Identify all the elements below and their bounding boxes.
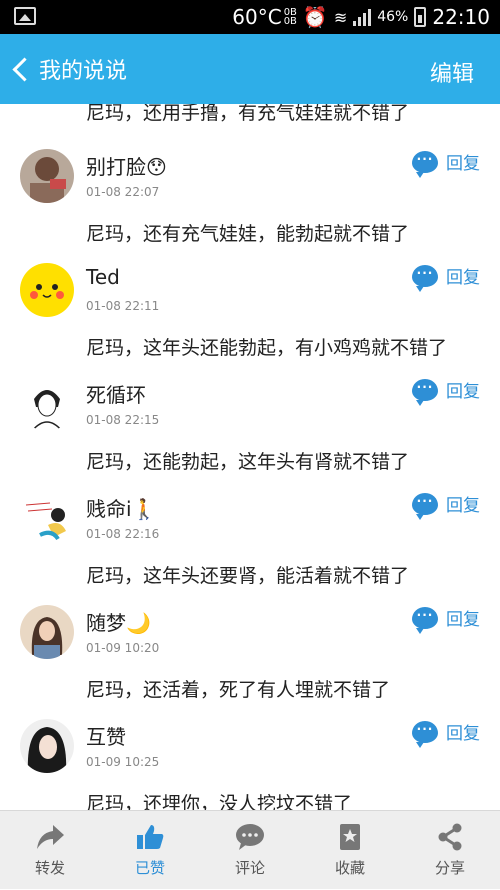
liked-label: 已赞 bbox=[134, 859, 165, 877]
comment-item: 互赞 01-09 10:25 回复 尼玛，还埋你，没人挖坟不错了 bbox=[0, 719, 500, 810]
share-icon bbox=[435, 823, 465, 851]
comment-time: 01-08 22:11 bbox=[86, 299, 160, 313]
comment-item: 别打脸😯 01-08 22:07 回复 尼玛，还有充气娃娃，能勃起就不错了 bbox=[0, 149, 500, 263]
bottom-action-bar: 转发 已赞 评论 收藏 分享 bbox=[0, 810, 500, 889]
reply-label: 回复 bbox=[446, 154, 480, 174]
clock: 22:10 bbox=[432, 5, 490, 29]
comment-item: Ted 01-08 22:11 回复 尼玛，这年头还能勃起，有小鸡鸡就不错了 bbox=[0, 263, 500, 377]
battery-percent: 46% bbox=[377, 9, 409, 25]
comment-text: 尼玛，还有充气娃娃，能勃起就不错了 bbox=[86, 223, 410, 245]
chat-bubble-icon bbox=[412, 492, 438, 520]
comment-item: 死循环 01-08 22:15 回复 尼玛，还能勃起，这年头有肾就不错了 bbox=[0, 377, 500, 491]
comment-button[interactable]: 评论 bbox=[200, 811, 300, 890]
avatar[interactable] bbox=[20, 377, 74, 431]
forward-button[interactable]: 转发 bbox=[0, 811, 100, 890]
reply-button[interactable]: 回复 bbox=[412, 719, 480, 748]
reply-button[interactable]: 回复 bbox=[412, 377, 480, 406]
reply-button[interactable]: 回复 bbox=[412, 605, 480, 634]
comment-text: 尼玛，还活着，死了有人埋就不错了 bbox=[86, 679, 391, 701]
comment-icon bbox=[235, 823, 265, 851]
comment-text: 尼玛，还能勃起，这年头有肾就不错了 bbox=[86, 451, 410, 473]
thumbs-up-icon bbox=[135, 823, 165, 851]
avatar[interactable] bbox=[20, 605, 74, 659]
comment-author[interactable]: 随梦🌙 bbox=[86, 607, 151, 636]
reply-label: 回复 bbox=[446, 382, 480, 402]
reply-label: 回复 bbox=[446, 724, 480, 744]
comment-time: 01-08 22:15 bbox=[86, 413, 160, 427]
share-label: 分享 bbox=[434, 859, 465, 877]
forward-icon bbox=[35, 823, 65, 851]
comment-time: 01-09 10:25 bbox=[86, 755, 160, 769]
reply-label: 回复 bbox=[446, 496, 480, 516]
reply-label: 回复 bbox=[446, 268, 480, 288]
chevron-left-icon bbox=[12, 56, 37, 82]
comment-author[interactable]: 死循环 bbox=[86, 379, 146, 408]
chat-bubble-icon bbox=[412, 264, 438, 292]
favorite-label: 收藏 bbox=[334, 859, 365, 877]
comment-author[interactable]: 别打脸😯 bbox=[86, 151, 167, 180]
wifi-icon: ≋ bbox=[333, 7, 348, 27]
reply-button[interactable]: 回复 bbox=[412, 263, 480, 292]
edit-button[interactable]: 编辑 bbox=[430, 56, 474, 88]
chat-bubble-icon bbox=[412, 150, 438, 178]
avatar[interactable] bbox=[20, 719, 74, 773]
comment-text-partial: 尼玛，还用手撸，有充气娃娃就不错了 bbox=[86, 104, 410, 124]
title-bar: 我的说说 编辑 bbox=[0, 34, 500, 104]
reply-label: 回复 bbox=[446, 610, 480, 630]
reply-button[interactable]: 回复 bbox=[412, 149, 480, 178]
avatar[interactable] bbox=[20, 491, 74, 545]
comment-author[interactable]: 贱命i🚶 bbox=[86, 493, 156, 522]
chat-bubble-icon bbox=[412, 606, 438, 634]
comment-item: 随梦🌙 01-09 10:20 回复 尼玛，还活着，死了有人埋就不错了 bbox=[0, 605, 500, 719]
comment-text: 尼玛，这年头还要肾，能活着就不错了 bbox=[86, 565, 410, 587]
comment-time: 01-08 22:07 bbox=[86, 185, 160, 199]
reply-button[interactable]: 回复 bbox=[412, 491, 480, 520]
comment-list[interactable]: 尼玛，还用手撸，有充气娃娃就不错了 别打脸😯 01-08 22:07 回复 尼玛… bbox=[0, 104, 500, 810]
battery-icon bbox=[414, 7, 427, 27]
comment-item: 贱命i🚶 01-08 22:16 回复 尼玛，这年头还要肾，能活着就不错了 bbox=[0, 491, 500, 605]
like-button[interactable]: 已赞 bbox=[100, 811, 200, 890]
comment-time: 01-08 22:16 bbox=[86, 527, 160, 541]
favorite-button[interactable]: 收藏 bbox=[300, 811, 400, 890]
share-button[interactable]: 分享 bbox=[400, 811, 500, 890]
comment-time: 01-09 10:20 bbox=[86, 641, 160, 655]
forward-label: 转发 bbox=[34, 859, 65, 877]
comment-author[interactable]: 互赞 bbox=[86, 721, 126, 750]
status-bar: 60°C 0B 0B ⏰ ≋ 46% 22:10 bbox=[0, 0, 500, 34]
temperature-readout: 60°C bbox=[232, 5, 282, 29]
chat-bubble-icon bbox=[412, 378, 438, 406]
comment-text: 尼玛，还埋你，没人挖坟不错了 bbox=[86, 793, 353, 810]
alarm-icon: ⏰ bbox=[302, 5, 328, 29]
avatar[interactable] bbox=[20, 149, 74, 203]
page-title: 我的说说 bbox=[39, 59, 128, 84]
comment-label: 评论 bbox=[234, 859, 265, 877]
signal-icon bbox=[353, 8, 372, 26]
comment-author[interactable]: Ted bbox=[86, 265, 120, 289]
chat-bubble-icon bbox=[412, 720, 438, 748]
back-button[interactable]: 我的说说 bbox=[10, 48, 127, 90]
avatar[interactable] bbox=[20, 263, 74, 317]
comment-text: 尼玛，这年头还能勃起，有小鸡鸡就不错了 bbox=[86, 337, 448, 359]
network-speed: 0B 0B bbox=[283, 7, 297, 27]
gallery-notification-icon bbox=[14, 7, 36, 25]
favorite-icon bbox=[335, 823, 365, 851]
